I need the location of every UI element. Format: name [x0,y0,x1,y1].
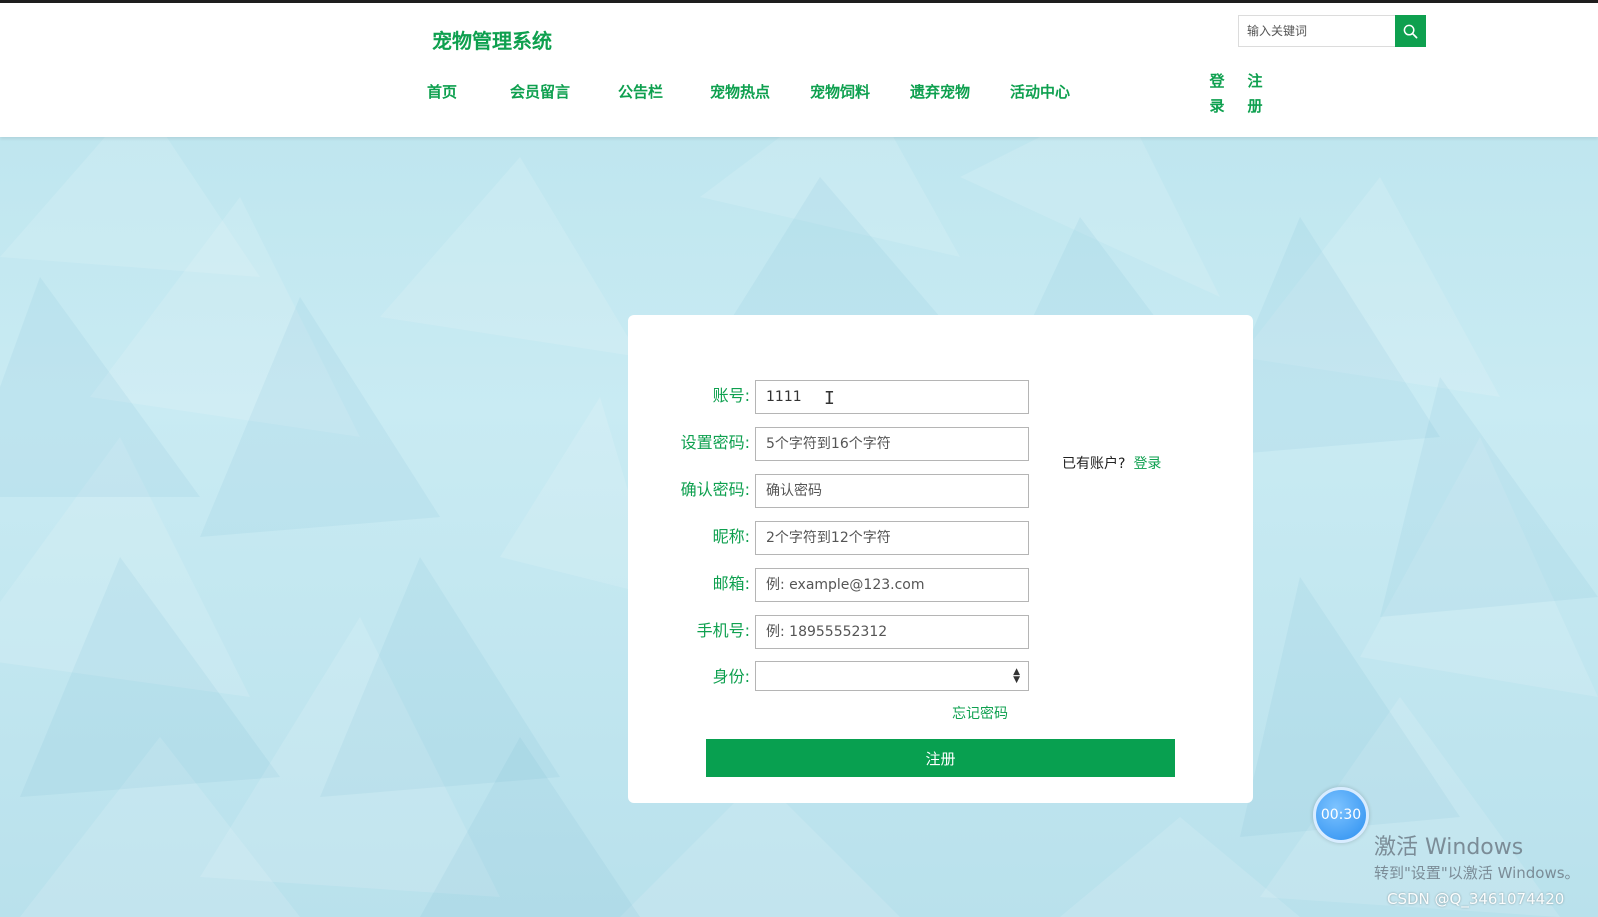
role-row: 身份: ▲ ▼ [628,661,1048,695]
nav-pet-food[interactable]: 宠物饲料 [810,81,870,102]
nav-member-messages[interactable]: 会员留言 [510,81,570,102]
nav-home[interactable]: 首页 [427,81,457,102]
header-login-link[interactable]: 登录 [1208,69,1226,119]
account-row: 账号: I [628,380,1048,414]
main-nav: 首页 会员留言 公告栏 宠物热点 宠物饲料 遗弃宠物 活动中心 [0,81,1598,111]
csdn-watermark: CSDN @Q_3461074420 [1387,890,1565,908]
login-link[interactable]: 登录 [1133,456,1161,472]
forgot-password-link[interactable]: 忘记密码 [952,703,1008,723]
search-box [1238,15,1426,47]
password-row: 设置密码: [628,427,1048,461]
site-title: 宠物管理系统 [432,29,552,53]
have-account-text: 已有账户? [1062,456,1126,472]
nickname-input[interactable] [755,521,1029,555]
role-select[interactable]: ▲ ▼ [755,661,1029,691]
search-input[interactable] [1238,15,1395,47]
text-cursor-icon: I [824,388,835,409]
account-label: 账号: [712,386,750,405]
password-input[interactable] [755,427,1029,461]
register-form: 账号: I 设置密码: 确认密码: 昵称: 邮箱: 手机号: 身份: ▲▼ 已有… [628,315,1253,803]
activate-windows-subtitle: 转到"设置"以激活 Windows。 [1374,864,1580,882]
nickname-label: 昵称: [712,527,750,546]
phone-label: 手机号: [696,621,750,640]
nav-pet-hotspot[interactable]: 宠物热点 [710,81,770,102]
phone-row: 手机号: [628,615,1048,649]
select-updown-icon: ▲ ▼ [1013,667,1020,685]
confirm-password-row: 确认密码: [628,474,1048,508]
recording-timer[interactable]: 00:30 [1313,787,1369,843]
confirm-password-label: 确认密码: [680,480,750,499]
phone-input[interactable] [755,615,1029,649]
email-label: 邮箱: [712,574,750,593]
email-row: 邮箱: [628,568,1048,602]
role-label: 身份: [712,667,750,686]
site-header: 宠物管理系统 首页 会员留言 公告栏 宠物热点 宠物饲料 遗弃宠物 活动中心 登… [0,3,1598,137]
activate-windows-title: 激活 Windows [1374,835,1524,860]
header-register-link[interactable]: 注册 [1246,69,1264,119]
email-input[interactable] [755,568,1029,602]
password-label: 设置密码: [680,433,750,452]
search-button[interactable] [1395,15,1426,47]
nav-notice-board[interactable]: 公告栏 [618,81,663,102]
register-button[interactable]: 注册 [706,739,1175,777]
nickname-row: 昵称: [628,521,1048,555]
nav-activity-center[interactable]: 活动中心 [1010,81,1070,102]
have-account: 已有账户? 登录 [1062,453,1161,473]
nav-abandoned-pets[interactable]: 遗弃宠物 [910,81,970,102]
confirm-password-input[interactable] [755,474,1029,508]
search-icon [1403,24,1418,38]
account-input[interactable] [755,380,1029,414]
